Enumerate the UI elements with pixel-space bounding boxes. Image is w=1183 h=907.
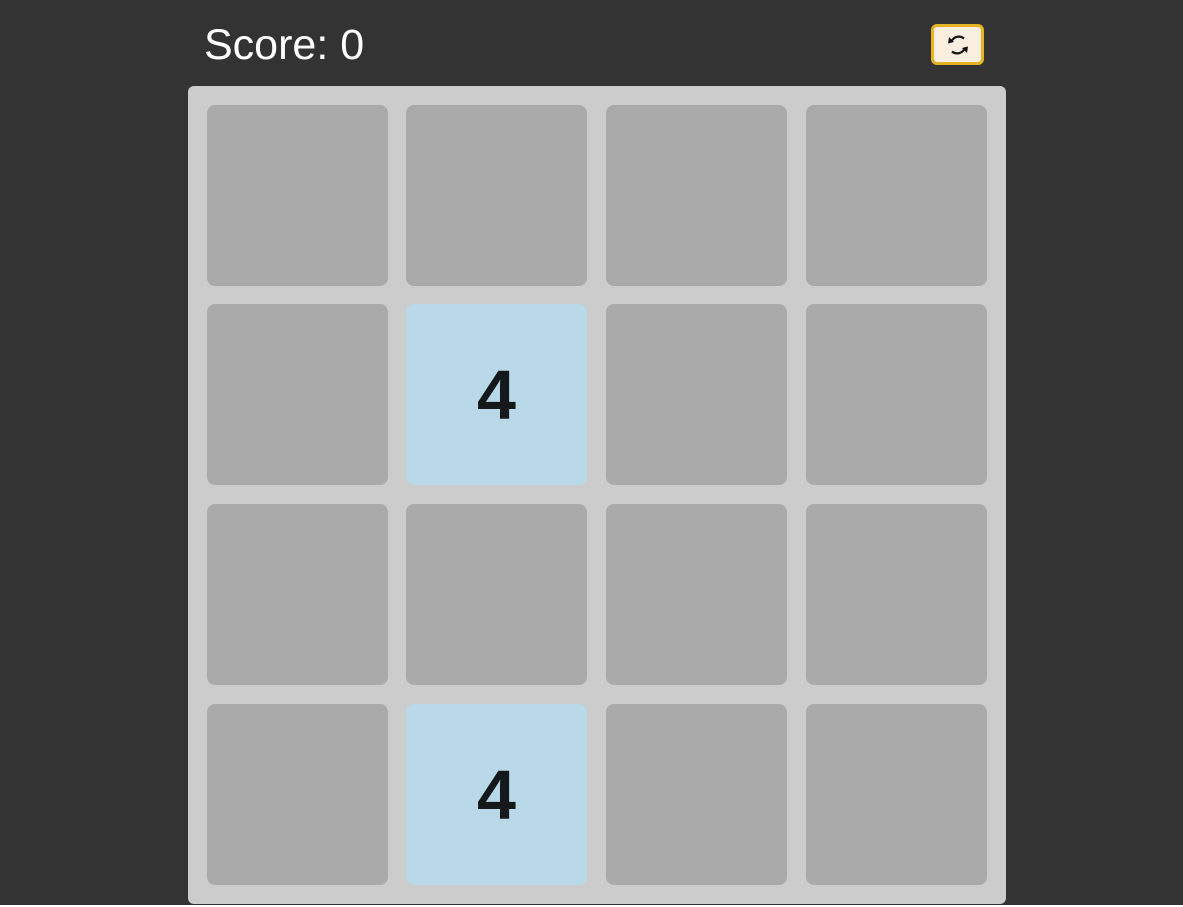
empty-tile: [207, 704, 388, 885]
empty-tile: [806, 304, 987, 485]
game-header: Score: 0: [188, 0, 1006, 86]
empty-tile: [806, 105, 987, 286]
empty-tile: [806, 504, 987, 685]
empty-tile: [606, 504, 787, 685]
restart-button[interactable]: [931, 24, 984, 65]
score-display: Score: 0: [204, 21, 365, 69]
empty-tile: [207, 304, 388, 485]
empty-tile: [207, 105, 388, 286]
game-page: Score: 0 44: [0, 0, 1183, 907]
empty-tile: [806, 704, 987, 885]
tile-4: 4: [406, 304, 587, 485]
empty-tile: [606, 105, 787, 286]
empty-tile: [406, 105, 587, 286]
empty-tile: [606, 704, 787, 885]
tile-4: 4: [406, 704, 587, 885]
refresh-icon: [945, 33, 971, 57]
empty-tile: [606, 304, 787, 485]
empty-tile: [406, 504, 587, 685]
empty-tile: [207, 504, 388, 685]
game-board: 44: [188, 86, 1006, 904]
